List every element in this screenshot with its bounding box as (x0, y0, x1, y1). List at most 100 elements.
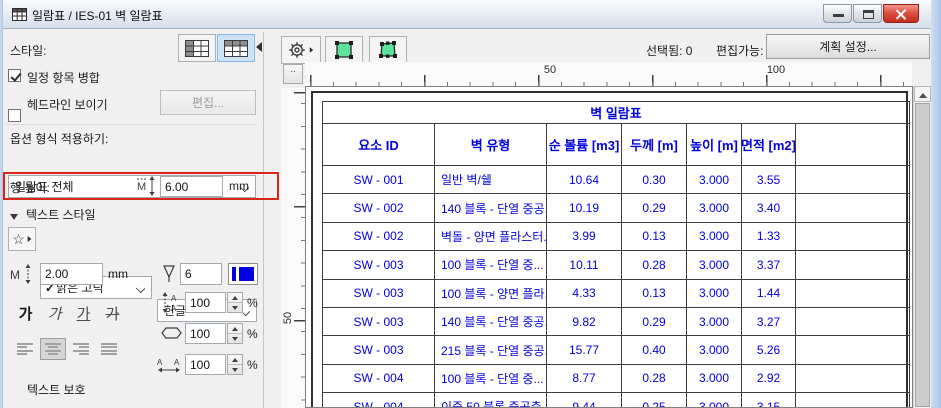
edit-button[interactable]: 편집... (160, 90, 256, 115)
schedule-cell[interactable]: 3.000 (687, 279, 742, 307)
italic-button[interactable]: 가 (41, 300, 68, 326)
schedule-cell-empty[interactable] (796, 166, 909, 193)
ruler-origin-button[interactable]: .. (283, 64, 303, 84)
schedule-cell[interactable]: 3.40 (742, 194, 796, 222)
line-spacing-input[interactable] (185, 292, 226, 313)
show-headline-checkbox[interactable] (8, 109, 21, 122)
letter-spacing-spinner[interactable] (227, 354, 243, 375)
style-uniform-rows-button[interactable] (178, 34, 216, 62)
select-area-button[interactable] (325, 36, 363, 64)
schedule-cell[interactable]: 3.99 (547, 222, 622, 251)
table-row[interactable]: SW - 004 100 블록 - 단열 중... 8.77 0.28 3.000 2.9… (323, 364, 909, 394)
schedule-cell[interactable]: 0.40 (622, 336, 687, 364)
schedule-cell[interactable]: 일반 벽/쉘 (435, 166, 547, 194)
schedule-cell[interactable]: 10.19 (547, 194, 622, 222)
close-button[interactable] (883, 4, 919, 23)
schedule-cell[interactable]: SW - 003 (323, 336, 435, 364)
schedule-cell-empty[interactable] (796, 194, 909, 221)
column-header[interactable]: 벽 유형 (435, 124, 547, 165)
schedule-cell[interactable]: 0.13 (622, 279, 687, 307)
schedule-cell[interactable]: 9.44 (547, 393, 622, 407)
schedule-cell[interactable]: SW - 002 (323, 194, 435, 222)
schedule-cell[interactable]: SW - 002 (323, 222, 435, 251)
schedule-cell[interactable]: 215 블록 - 단열 중공... (435, 336, 547, 364)
schedule-cell-empty[interactable] (796, 308, 909, 335)
letter-spacing-input[interactable] (185, 354, 226, 375)
schedule-cell-empty[interactable] (796, 365, 909, 392)
schedule-preview[interactable]: 벽 일람표 요소 ID 벽 유형 순 볼륨 [m3] 두께 [m] 높이 [m] 면적 [… (305, 86, 913, 408)
schedule-cell[interactable]: 0.28 (622, 364, 687, 393)
schedule-cell[interactable]: 100 블록 - 단열 중... (435, 364, 547, 393)
table-row[interactable]: SW - 003 100 블록 - 양면 플라... 4.33 0.13 3.000 1.… (323, 279, 909, 308)
table-row[interactable]: SW - 003 140 블록 - 단열 중공... 9.82 0.29 3.000 3.… (323, 307, 909, 337)
schedule-cell[interactable]: 1.44 (742, 279, 796, 307)
horizontal-ruler[interactable]: 50 100 (305, 62, 912, 86)
schedule-cell[interactable]: 3.000 (687, 307, 742, 336)
schedule-cell[interactable]: 8.77 (547, 364, 622, 393)
schedule-table[interactable]: 벽 일람표 요소 ID 벽 유형 순 볼륨 [m3] 두께 [m] 높이 [m] 면적 [… (322, 101, 910, 407)
schedule-cell[interactable]: SW - 001 (323, 166, 435, 194)
edit-area-button[interactable] (369, 36, 407, 64)
schedule-cell[interactable]: SW - 003 (323, 307, 435, 336)
bold-button[interactable]: 가 (12, 300, 39, 326)
align-right-button[interactable] (68, 338, 94, 360)
schedule-cell[interactable]: 100 블록 - 양면 플라... (435, 279, 547, 307)
schedule-cell[interactable]: SW - 003 (323, 251, 435, 279)
schedule-cell[interactable]: 3.000 (687, 364, 742, 393)
plan-settings-button[interactable]: 계획 설정... (766, 34, 930, 59)
schedule-cell[interactable]: 3.37 (742, 251, 796, 279)
scroll-up-button[interactable] (914, 86, 931, 102)
scrollbar-thumb[interactable] (915, 103, 930, 407)
table-row[interactable]: SW - 002 140 블록 - 단열 중공... 10.19 0.29 3.000 3… (323, 194, 909, 223)
schedule-cell[interactable]: 3.000 (687, 194, 742, 222)
vertical-scrollbar[interactable] (913, 86, 931, 408)
column-header[interactable]: 면적 [m2] (742, 124, 796, 165)
schedule-cell[interactable]: 100 블록 - 단열 중... (435, 251, 547, 279)
schedule-cell[interactable]: 10.11 (547, 251, 622, 279)
favorite-style-button[interactable]: ☆ (8, 227, 36, 251)
text-size-input[interactable] (40, 263, 103, 285)
schedule-cell[interactable]: 0.28 (622, 251, 687, 279)
table-row[interactable]: SW - 003 100 블록 - 단열 중... 10.11 0.28 3.000 3.… (323, 251, 909, 280)
table-row[interactable]: SW - 002 벽돌 - 양면 플라스터... 3.99 0.13 3.000 1.33 (323, 222, 909, 252)
schedule-cell[interactable]: 15.77 (547, 336, 622, 364)
schedule-cell[interactable]: 0.29 (622, 194, 687, 222)
schedule-cell-empty[interactable] (796, 393, 909, 407)
minimize-button[interactable] (823, 4, 852, 23)
align-center-button[interactable] (40, 338, 66, 360)
schedule-cell[interactable]: 이중 50 블록 중공층 (435, 393, 547, 407)
line-spacing-spinner[interactable] (227, 292, 243, 313)
schedule-cell[interactable]: 3.000 (687, 251, 742, 279)
schedule-cell[interactable]: 3.000 (687, 393, 742, 407)
schedule-cell[interactable]: 140 블록 - 단열 중공... (435, 194, 547, 222)
schedule-cell[interactable]: 1.33 (742, 222, 796, 251)
schedule-cell[interactable]: 2.92 (742, 364, 796, 393)
table-row[interactable]: SW - 001 일반 벽/쉘 10.64 0.30 3.000 3.55 (323, 166, 909, 195)
column-header-empty[interactable] (796, 124, 909, 165)
schedule-cell[interactable]: 0.29 (622, 307, 687, 336)
schedule-cell[interactable]: SW - 004 (323, 364, 435, 393)
schedule-cell-empty[interactable] (796, 251, 909, 278)
column-header[interactable]: 두께 [m] (622, 124, 687, 165)
schedule-cell[interactable]: 0.25 (622, 393, 687, 407)
schedule-cell[interactable]: 4.33 (547, 279, 622, 307)
schedule-cell[interactable]: SW - 003 (323, 279, 435, 307)
schedule-cell[interactable]: 0.30 (622, 166, 687, 194)
schedule-cell-empty[interactable] (796, 223, 909, 250)
schedule-cell[interactable]: 5.26 (742, 336, 796, 364)
vertical-ruler[interactable]: 50 (281, 88, 305, 408)
table-row[interactable]: SW - 004 이중 50 블록 중공층 9.44 0.25 3.000 3.15 (323, 393, 909, 407)
schedule-cell[interactable]: 3.000 (687, 222, 742, 251)
maximize-button[interactable] (853, 4, 882, 23)
schedule-cell[interactable]: 3.000 (687, 166, 742, 194)
strikethrough-button[interactable]: 가 (99, 300, 126, 326)
schedule-cell[interactable]: 3.15 (742, 393, 796, 407)
width-factor-spinner[interactable] (227, 323, 243, 344)
row-height-input[interactable] (160, 176, 223, 197)
schedule-cell[interactable]: 0.13 (622, 222, 687, 251)
section-collapse-icon[interactable] (10, 209, 18, 223)
schedule-cell[interactable]: 9.82 (547, 307, 622, 336)
schedule-cell[interactable]: 10.64 (547, 166, 622, 194)
underline-button[interactable]: 가 (70, 300, 97, 326)
schedule-cell[interactable]: 벽돌 - 양면 플라스터... (435, 222, 547, 251)
